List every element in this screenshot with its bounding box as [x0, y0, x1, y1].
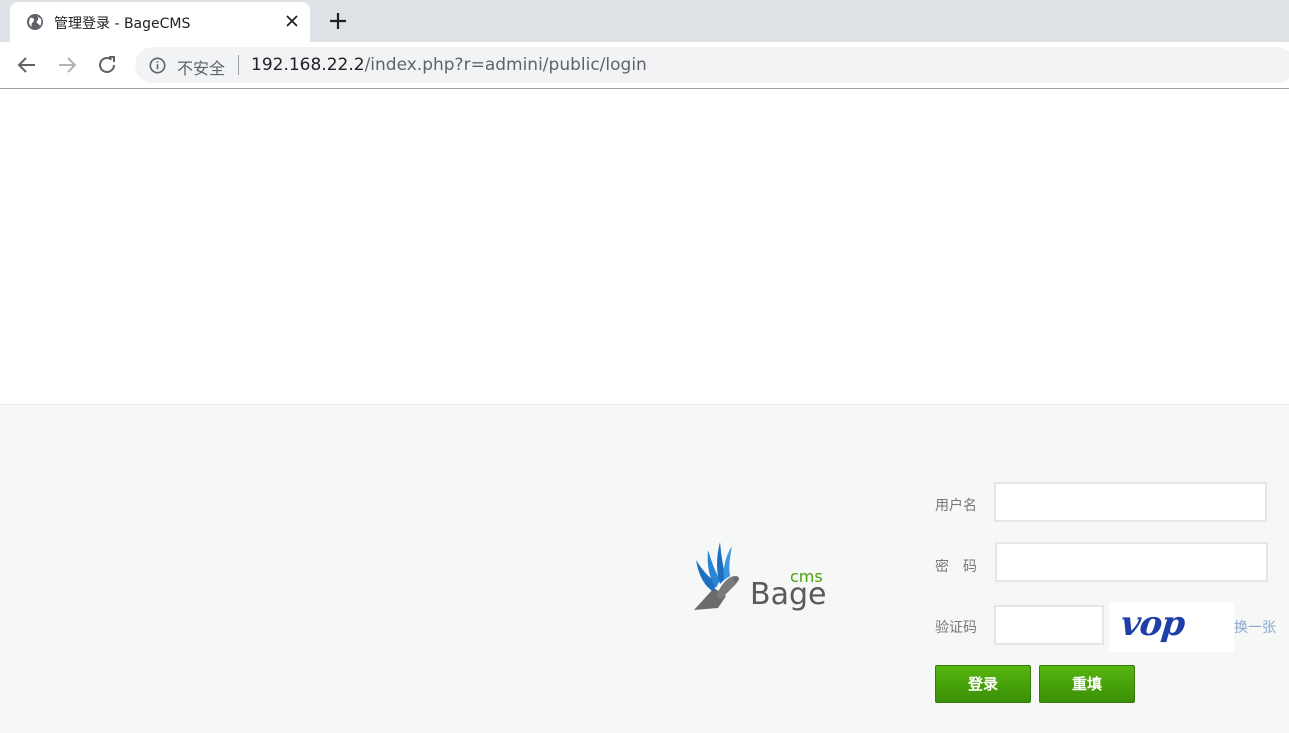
bird-icon	[694, 542, 739, 610]
reload-icon[interactable]	[95, 53, 119, 77]
tab-title: 管理登录 - BageCMS	[54, 16, 191, 32]
password-input[interactable]	[995, 542, 1268, 582]
active-tab[interactable]: 管理登录 - BageCMS	[10, 2, 310, 42]
refresh-captcha-link[interactable]: 换一张	[1234, 617, 1276, 637]
forward-arrow-icon[interactable]	[55, 53, 79, 77]
captcha-image[interactable]: vop	[1109, 602, 1234, 652]
username-label: 用户名	[935, 498, 977, 514]
info-icon[interactable]	[149, 57, 166, 74]
url-text[interactable]: 192.168.22.2/index.php?r=admini/public/l…	[251, 55, 647, 75]
captcha-input[interactable]	[994, 605, 1104, 645]
logo-bage-text: Bage	[750, 577, 826, 612]
back-arrow-icon[interactable]	[15, 53, 39, 77]
password-label: 密 码	[935, 559, 977, 575]
captcha-label: 验证码	[935, 620, 977, 636]
new-tab-plus-icon[interactable]	[326, 9, 350, 33]
url-path: /index.php?r=admini/public/login	[364, 55, 647, 75]
bagecms-logo: cms Bage	[694, 542, 826, 612]
address-bar[interactable]: 不安全 192.168.22.2/index.php?r=admini/publ…	[135, 47, 1289, 83]
username-input[interactable]	[994, 482, 1267, 522]
omnibox-separator	[238, 55, 239, 75]
security-status-label: 不安全	[177, 59, 226, 78]
close-icon[interactable]	[282, 11, 302, 31]
reset-button[interactable]: 重填	[1039, 665, 1135, 703]
url-host: 192.168.22.2	[251, 55, 365, 75]
globe-icon	[27, 14, 43, 30]
browser-toolbar: 不安全 192.168.22.2/index.php?r=admini/publ…	[0, 42, 1289, 88]
captcha-text: vop	[1118, 604, 1187, 644]
login-button[interactable]: 登录	[935, 665, 1031, 703]
tab-strip: 管理登录 - BageCMS	[0, 0, 1289, 42]
